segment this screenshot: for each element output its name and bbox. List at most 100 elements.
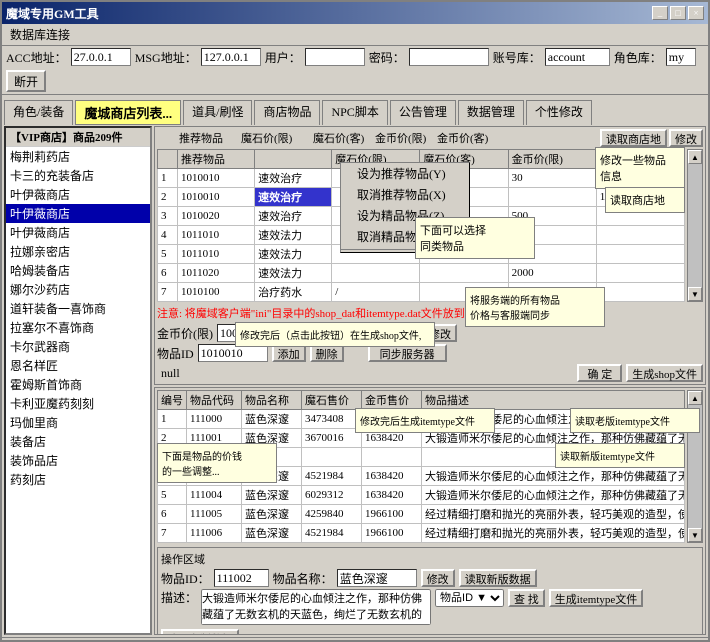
shop-list-item[interactable]: 恩名样匠 [6, 356, 150, 375]
product-row[interactable]: 6 1011020 速效法力 2000 [158, 264, 685, 283]
msg-input[interactable] [201, 48, 261, 66]
scroll-up-btn2[interactable]: ▲ [688, 391, 702, 405]
tab-npc-script[interactable]: NPC脚本 [322, 100, 387, 125]
tab-role-equipment[interactable]: 角色/装备 [4, 100, 73, 125]
col-code: 推荐物品 [179, 130, 239, 146]
modify-shop-button[interactable]: 修改 [669, 129, 703, 147]
shop-list-item[interactable]: 叶伊薇商店 [6, 223, 150, 242]
tooltip-generate: 修改完后（点击此按钮）在生成shop文件, [235, 322, 435, 347]
th-magic-price: 魔石售价 [302, 391, 362, 410]
tab-custom[interactable]: 个性修改 [526, 100, 592, 125]
tooltip-sync: 将服务端的所有物品价格与客服端同步 [465, 287, 605, 327]
item-id-label: 物品ID [157, 345, 194, 362]
tab-shop-items[interactable]: 商店物品 [254, 100, 320, 125]
context-menu-set-recommend[interactable]: 设为推荐物品(Y) [341, 163, 469, 184]
tab-items-spawn[interactable]: 道具/刷怪 [183, 100, 252, 125]
op-read-old-button[interactable]: 读取老版数据 [161, 629, 239, 635]
shop-list-item[interactable]: 叶伊薇商店 [6, 185, 150, 204]
th-row-num: 编号 [158, 391, 187, 410]
tooltip-price-adjust-text: 下面是物品的价钱的一些调整... [162, 452, 242, 478]
op-sort-select[interactable]: 物品ID ▼ [435, 589, 504, 607]
th-num [158, 150, 178, 169]
shop-list-item[interactable]: 装饰品店 [6, 451, 150, 470]
shop-list-item[interactable]: 梅荆莉药店 [6, 147, 150, 166]
shop-list-item[interactable]: 娜尔沙药店 [6, 280, 150, 299]
role-input[interactable] [666, 48, 696, 66]
op-desc-textarea[interactable]: 大锻造师米尔倭尼的心血倾注之作，那种仿佛藏蕴了无数玄机的天蓝色，绚烂了无数玄机的… [201, 589, 431, 625]
th-code: 推荐物品 [178, 150, 255, 169]
disconnect-button[interactable]: 断开 [6, 70, 46, 92]
op-modify-button[interactable]: 修改 [421, 569, 455, 587]
pwd-input[interactable] [409, 48, 489, 66]
shop-list-item[interactable]: 玛伽里商 [6, 413, 150, 432]
shop-list-panel: 【VIP商店】商品209件 梅荆莉药店 卡三的充装备店 叶伊薇商店 叶伊薇商店 … [4, 126, 152, 635]
bottom-table-row[interactable]: 6 111005 蓝色深邃 4259840 1966100 经过精细打磨和抛光的… [158, 505, 685, 524]
user-label: 用户： [265, 49, 301, 66]
context-menu-cancel-recommend[interactable]: 取消推荐物品(X) [341, 184, 469, 205]
menu-database[interactable]: 数据库连接 [4, 25, 76, 44]
th-name [255, 150, 332, 169]
acc-label: ACC地址： [6, 49, 67, 66]
product-header: 推荐物品 魔石价(限) 魔石价(客) 金币价(限) 金币价(客) 读取商店地 修… [157, 129, 703, 147]
tab-announcement[interactable]: 公告管理 [390, 100, 456, 125]
op-search-button[interactable]: 查 找 [508, 589, 545, 607]
status-bar [2, 637, 708, 640]
op-item-id-input[interactable] [214, 569, 269, 587]
operation-label: 操作区域 [161, 551, 699, 567]
shop-list-item[interactable]: 卡利亚魔药刻刻 [6, 394, 150, 413]
null-confirm-controls: null 确 定 生成shop文件 [157, 364, 703, 382]
product-row[interactable]: 7 1010100 治疗药水 / [158, 283, 685, 302]
db-label: 账号库： [493, 49, 541, 66]
shop-list-item[interactable]: 卡三的充装备店 [6, 166, 150, 185]
tooltip-same-type: 下面可以选择同类物品 [415, 217, 535, 259]
acc-input[interactable] [71, 48, 131, 66]
tooltip-read-new: 读取新版itemtype文件 [555, 443, 685, 468]
scroll-up-button[interactable]: ▲ [688, 150, 702, 164]
shop-list-item[interactable]: 哈姆装备店 [6, 261, 150, 280]
tooltip-sync-text: 将服务端的所有物品价格与客服端同步 [470, 296, 560, 322]
bottom-table-row[interactable]: 5 111004 蓝色深邃 6029312 1638420 大锻造师米尔倭尼的心… [158, 486, 685, 505]
product-panel: 推荐物品 魔石价(限) 魔石价(客) 金币价(限) 金币价(客) 读取商店地 修… [154, 126, 706, 385]
operation-controls: 物品ID： 物品名称： 修改 读取新版数据 [161, 569, 699, 587]
op-generate-itemtype-button[interactable]: 生成itemtype文件 [549, 589, 644, 607]
shop-list-scroll[interactable]: 梅荆莉药店 卡三的充装备店 叶伊薇商店 叶伊薇商店 叶伊薇商店 拉娜亲密店 哈姆… [6, 147, 150, 633]
tab-shop-list[interactable]: 魔城商店列表... [75, 100, 181, 125]
title-bar: 魔域专用GM工具 _ □ × [2, 2, 708, 24]
maximize-button[interactable]: □ [670, 6, 686, 20]
shop-list-item[interactable]: 叶伊薇商店 [6, 204, 150, 223]
desc-controls: 描述： 大锻造师米尔倭尼的心血倾注之作，那种仿佛藏蕴了无数玄机的天蓝色，绚烂了无… [161, 589, 699, 635]
generate-shop-button[interactable]: 生成shop文件 [626, 364, 703, 382]
role-label: 角色库： [614, 49, 662, 66]
th-item-code: 物品代码 [187, 391, 242, 410]
shop-list-item[interactable]: 霍姆斯首饰商 [6, 375, 150, 394]
shop-list-item[interactable]: 装备店 [6, 432, 150, 451]
scroll-down-button[interactable]: ▼ [688, 287, 702, 301]
tooltip-same-type-text: 下面可以选择同类物品 [420, 225, 486, 253]
minimize-button[interactable]: _ [652, 6, 668, 20]
close-button[interactable]: × [688, 6, 704, 20]
tooltip-read-new-text: 读取新版itemtype文件 [560, 452, 655, 463]
tooltip-read-shop-text: 读取商店地 [610, 195, 665, 207]
tooltip-gen-itemtype-text: 修改完后生成itemtype文件 [360, 417, 475, 428]
confirm-button[interactable]: 确 定 [577, 364, 622, 382]
gold-price-label: 金币价(限) [157, 325, 213, 342]
bottom-table-row[interactable]: 7 111006 蓝色深邃 4521984 1966100 经过精细打磨和抛光的… [158, 524, 685, 543]
tooltip-generate-text: 修改完后（点击此按钮）在生成shop文件, [240, 331, 421, 342]
shop-list-item[interactable]: 道轩装备一喜饰商 [6, 299, 150, 318]
scroll-down-btn2[interactable]: ▼ [688, 528, 702, 542]
shop-list-item[interactable]: 拉娜亲密店 [6, 242, 150, 261]
read-shop-button[interactable]: 读取商店地 [600, 129, 667, 147]
shop-list-item[interactable]: 卡尔武器商 [6, 337, 150, 356]
shop-list-item[interactable]: 拉塞尔不喜饰商 [6, 318, 150, 337]
op-read-new-button[interactable]: 读取新版数据 [459, 569, 537, 587]
tab-data-mgmt[interactable]: 数据管理 [458, 100, 524, 125]
shop-list-item[interactable]: 药刻店 [6, 470, 150, 489]
op-desc-label: 描述： [161, 589, 197, 606]
db-input[interactable] [545, 48, 610, 66]
content-wrapper: 【VIP商店】商品209件 梅荆莉药店 卡三的充装备店 叶伊薇商店 叶伊薇商店 … [2, 124, 708, 637]
tooltip-read-old: 读取老版itemtype文件 [570, 408, 700, 433]
user-input[interactable] [305, 48, 365, 66]
tooltip-modify-info-text: 修改一些物品信息 [600, 155, 666, 183]
product-table-scrollbar[interactable]: ▲ ▼ [687, 149, 703, 302]
op-item-name-input[interactable] [337, 569, 417, 587]
